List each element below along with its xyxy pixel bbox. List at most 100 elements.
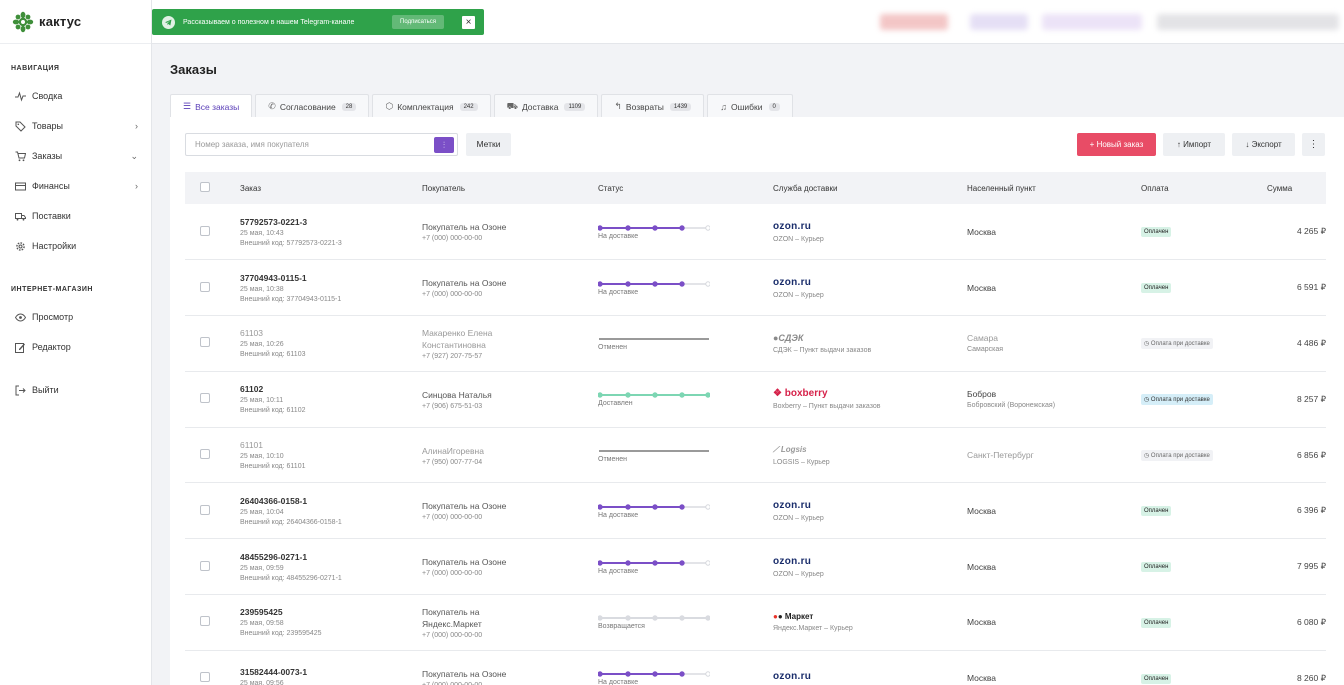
tab-returns[interactable]: ↰ Возвраты 1439 [601, 94, 705, 118]
return-icon: ↰ [614, 101, 622, 111]
column-header-city[interactable]: Населенный пункт [967, 172, 1141, 204]
sidebar-item-summary[interactable]: Сводка [0, 81, 152, 111]
close-icon[interactable]: × [462, 15, 475, 29]
status-label: Отменен [598, 456, 627, 464]
order-number[interactable]: 61101 [240, 440, 422, 450]
subscribe-button[interactable]: Подписаться [392, 15, 444, 29]
sidebar-item-logout[interactable]: Выйти [0, 375, 152, 405]
table-row[interactable]: 37704943-0115-1 25 мая, 10:38 Внешний ко… [185, 260, 1326, 316]
tab-count-badge: 28 [341, 102, 357, 111]
order-number[interactable]: 61102 [240, 384, 422, 394]
filter-icon[interactable]: ⫶ [434, 136, 454, 153]
sidebar-item-orders[interactable]: Заказы ⌄ [0, 141, 152, 171]
box-icon: ⬡ [385, 101, 394, 111]
row-checkbox[interactable] [200, 504, 210, 515]
more-menu-button[interactable]: ⋮ [1302, 133, 1325, 156]
import-button[interactable]: ↑ Импорт [1163, 133, 1225, 156]
sidebar-item-settings[interactable]: Настройки [0, 231, 152, 261]
logsis-logo: ⟋ Logsis [773, 444, 807, 454]
order-external-code: Внешний код: 61103 [240, 351, 306, 359]
order-number[interactable]: 26404366-0158-1 [240, 496, 422, 506]
tab-errors[interactable]: ♫ Ошибки 0 [707, 94, 793, 118]
row-checkbox[interactable] [200, 337, 210, 348]
row-checkbox[interactable] [200, 281, 210, 292]
status-label: Доставлен [598, 400, 633, 408]
row-checkbox[interactable] [200, 672, 210, 683]
banner-text: Рассказываем о полезном в нашем Telegram… [183, 18, 355, 26]
tags-button[interactable]: Метки [466, 133, 511, 156]
tab-label: Доставка [521, 101, 559, 112]
column-header-status[interactable]: Статус [598, 172, 773, 204]
buyer-name-line2: Яндекс.Маркет [422, 618, 482, 629]
ozon-logo: ozon.ru [773, 276, 812, 288]
row-checkbox[interactable] [200, 616, 210, 627]
search-input[interactable] [186, 134, 434, 155]
sidebar-item-editor[interactable]: Редактор [0, 332, 152, 362]
order-sum: 6 080 ₽ [1296, 616, 1326, 627]
logo[interactable]: кактус [0, 0, 151, 44]
column-header-order[interactable]: Заказ [240, 172, 422, 204]
table-row[interactable]: 57792573-0221-3 25 мая, 10:43 Внешний ко… [185, 204, 1326, 260]
status-label: На доставке [598, 232, 639, 240]
buyer-phone: +7 (000) 000-00-00 [422, 570, 483, 578]
table-row[interactable]: 61101 25 мая, 10:10 Внешний код: 61101 А… [185, 427, 1326, 483]
tab-count-badge: 242 [459, 102, 478, 111]
sidebar-item-preview[interactable]: Просмотр [0, 302, 152, 332]
new-order-button[interactable]: + Новый заказ [1077, 133, 1156, 156]
table-row[interactable]: 239595425 25 мая, 09:58 Внешний код: 239… [185, 595, 1326, 651]
ozon-logo: ozon.ru [773, 499, 812, 511]
delivery-service: LOGSIS – Курьер [773, 458, 830, 466]
tab-delivery[interactable]: ⛟ Доставка 1109 [493, 94, 599, 118]
order-tabs: ☰ Все заказы ✆ Согласование 28 ⬡ Комплек… [170, 94, 793, 118]
row-checkbox[interactable] [200, 225, 210, 236]
tab-approval[interactable]: ✆ Согласование 28 [255, 94, 370, 118]
column-header-payment[interactable]: Оплата [1141, 172, 1267, 204]
order-external-code: Внешний код: 57792573-0221-3 [240, 239, 342, 247]
column-header-buyer[interactable]: Покупатель [422, 172, 598, 204]
table-row[interactable]: 61102 25 мая, 10:11 Внешний код: 61102 С… [185, 371, 1326, 428]
column-header-sum[interactable]: Сумма [1267, 172, 1326, 204]
table-row[interactable]: 61103 25 мая, 10:26 Внешний код: 61103 М… [185, 316, 1326, 372]
order-number[interactable]: 48455296-0271-1 [240, 552, 422, 562]
row-checkbox[interactable] [200, 393, 210, 404]
user-menu-blurred[interactable] [970, 14, 1028, 30]
order-sum: 8 257 ₽ [1296, 393, 1326, 404]
select-all-checkbox[interactable] [200, 182, 210, 192]
city: Москва [967, 505, 997, 516]
table-row[interactable]: 26404366-0158-1 25 мая, 10:04 Внешний ко… [185, 483, 1326, 539]
tag-icon [14, 120, 26, 132]
sidebar-item-products[interactable]: Товары › [0, 111, 152, 141]
export-button[interactable]: ↓ Экспорт [1232, 133, 1295, 156]
column-header-delivery[interactable]: Служба доставки [773, 172, 967, 204]
account-balance-blurred[interactable] [880, 14, 948, 30]
table-row[interactable]: 31582444-0073-1 25 мая, 09:56 Покупатель… [185, 650, 1326, 685]
sidebar-item-supplies[interactable]: Поставки [0, 201, 152, 231]
delivery-service: OZON – Курьер [773, 291, 824, 299]
buyer-name: Синцова Наталья [422, 389, 492, 400]
payment-status: Оплачен [1144, 285, 1169, 292]
orders-table: Заказ Покупатель Статус Служба доставки … [185, 172, 1326, 685]
order-number[interactable]: 31582444-0073-1 [240, 667, 422, 677]
delivery-service: OZON – Курьер [773, 235, 824, 243]
tab-picking[interactable]: ⬡ Комплектация 242 [372, 94, 491, 118]
table-row[interactable]: 48455296-0271-1 25 мая, 09:59 Внешний ко… [185, 539, 1326, 595]
payment-status: Оплата при доставке [1150, 452, 1210, 459]
order-number[interactable]: 239595425 [240, 607, 422, 617]
city: Москва [967, 226, 997, 237]
buyer-name: Покупатель на [422, 606, 480, 617]
telegram-banner: Рассказываем о полезном в нашем Telegram… [152, 9, 484, 35]
sidebar-item-finance[interactable]: Финансы › [0, 171, 152, 201]
row-checkbox[interactable] [200, 449, 210, 460]
tab-count-badge: 1109 [564, 102, 586, 111]
order-number[interactable]: 61103 [240, 328, 422, 338]
tab-count-badge: 0 [768, 102, 780, 111]
order-number[interactable]: 57792573-0221-3 [240, 217, 422, 227]
buyer-name: АлинаИгоревна [422, 445, 484, 456]
notification-blurred[interactable] [1042, 14, 1142, 30]
row-checkbox[interactable] [200, 560, 210, 571]
order-external-code: Внешний код: 26404366-0158-1 [240, 518, 342, 526]
status-progress [598, 391, 710, 398]
order-number[interactable]: 37704943-0115-1 [240, 273, 422, 283]
tab-all-orders[interactable]: ☰ Все заказы [170, 94, 253, 118]
profile-blurred[interactable] [1157, 14, 1339, 30]
